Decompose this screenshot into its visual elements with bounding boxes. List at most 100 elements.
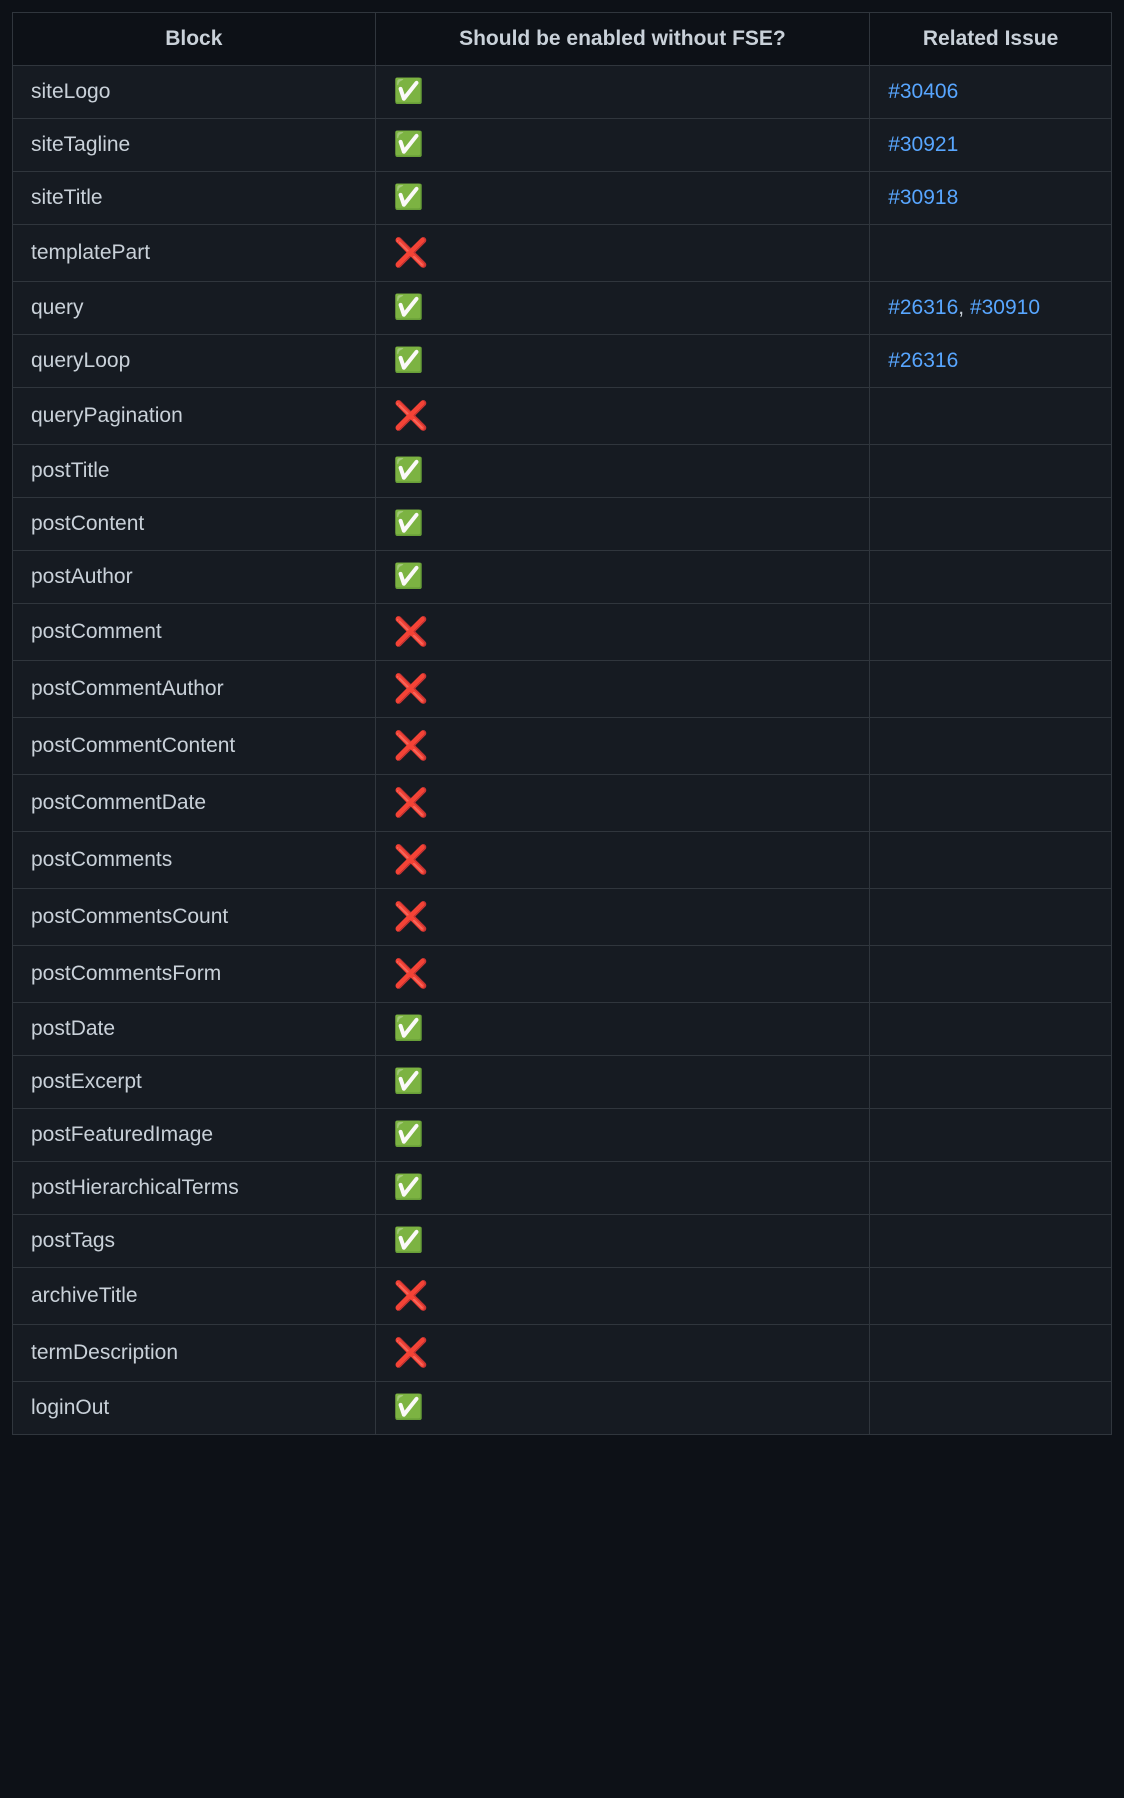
- table-row: termDescription❌: [13, 1325, 1112, 1382]
- related-issue-cell: [870, 946, 1112, 1003]
- separator: ,: [958, 296, 970, 319]
- table-row: postExcerpt✅: [13, 1056, 1112, 1109]
- related-issue-cell: #26316: [870, 335, 1112, 388]
- block-name-cell: postExcerpt: [13, 1056, 376, 1109]
- table-row: postCommentContent❌: [13, 718, 1112, 775]
- table-header-row: Block Should be enabled without FSE? Rel…: [13, 13, 1112, 66]
- cross-icon: ❌: [375, 604, 870, 661]
- related-issue-cell: [870, 1003, 1112, 1056]
- check-icon: ✅: [375, 66, 870, 119]
- header-issue: Related Issue: [870, 13, 1112, 66]
- table-row: loginOut✅: [13, 1382, 1112, 1435]
- block-name-cell: postFeaturedImage: [13, 1109, 376, 1162]
- check-icon: ✅: [375, 1215, 870, 1268]
- block-name-cell: postContent: [13, 498, 376, 551]
- related-issue-cell: [870, 551, 1112, 604]
- block-name-cell: query: [13, 282, 376, 335]
- check-icon: ✅: [375, 1382, 870, 1435]
- related-issue-cell: [870, 1056, 1112, 1109]
- check-icon: ✅: [375, 119, 870, 172]
- block-name-cell: postCommentContent: [13, 718, 376, 775]
- check-icon: ✅: [375, 1003, 870, 1056]
- related-issue-cell: [870, 718, 1112, 775]
- check-icon: ✅: [375, 172, 870, 225]
- related-issue-cell: [870, 1268, 1112, 1325]
- header-block: Block: [13, 13, 376, 66]
- cross-icon: ❌: [375, 661, 870, 718]
- table-row: postComment❌: [13, 604, 1112, 661]
- related-issue-cell: [870, 832, 1112, 889]
- table-row: postAuthor✅: [13, 551, 1112, 604]
- block-name-cell: termDescription: [13, 1325, 376, 1382]
- table-row: archiveTitle❌: [13, 1268, 1112, 1325]
- related-issue-cell: #30921: [870, 119, 1112, 172]
- cross-icon: ❌: [375, 832, 870, 889]
- related-issue-cell: [870, 661, 1112, 718]
- related-issue-cell: [870, 889, 1112, 946]
- related-issue-cell: [870, 1382, 1112, 1435]
- block-name-cell: siteTagline: [13, 119, 376, 172]
- cross-icon: ❌: [375, 946, 870, 1003]
- related-issue-cell: [870, 1162, 1112, 1215]
- related-issue-cell: #30406: [870, 66, 1112, 119]
- table-row: postHierarchicalTerms✅: [13, 1162, 1112, 1215]
- check-icon: ✅: [375, 1056, 870, 1109]
- block-name-cell: siteTitle: [13, 172, 376, 225]
- table-row: postTags✅: [13, 1215, 1112, 1268]
- block-name-cell: postCommentsCount: [13, 889, 376, 946]
- related-issue-cell: [870, 604, 1112, 661]
- table-row: postCommentAuthor❌: [13, 661, 1112, 718]
- related-issue-cell: [870, 225, 1112, 282]
- block-name-cell: postTags: [13, 1215, 376, 1268]
- related-issue-cell: [870, 445, 1112, 498]
- cross-icon: ❌: [375, 889, 870, 946]
- table-row: postContent✅: [13, 498, 1112, 551]
- table-row: postCommentsForm❌: [13, 946, 1112, 1003]
- block-name-cell: queryLoop: [13, 335, 376, 388]
- issue-link[interactable]: #30910: [970, 296, 1040, 319]
- block-name-cell: archiveTitle: [13, 1268, 376, 1325]
- issue-link[interactable]: #26316: [888, 349, 958, 372]
- check-icon: ✅: [375, 335, 870, 388]
- cross-icon: ❌: [375, 718, 870, 775]
- cross-icon: ❌: [375, 1325, 870, 1382]
- cross-icon: ❌: [375, 775, 870, 832]
- header-fse: Should be enabled without FSE?: [375, 13, 870, 66]
- table-row: postFeaturedImage✅: [13, 1109, 1112, 1162]
- blocks-table: Block Should be enabled without FSE? Rel…: [12, 12, 1112, 1435]
- table-row: postCommentsCount❌: [13, 889, 1112, 946]
- table-row: siteLogo✅ #30406: [13, 66, 1112, 119]
- related-issue-cell: [870, 1325, 1112, 1382]
- block-name-cell: postAuthor: [13, 551, 376, 604]
- issue-link[interactable]: #30406: [888, 80, 958, 103]
- table-row: templatePart❌: [13, 225, 1112, 282]
- block-name-cell: siteLogo: [13, 66, 376, 119]
- issue-link[interactable]: #30918: [888, 186, 958, 209]
- related-issue-cell: #30918: [870, 172, 1112, 225]
- table-row: postTitle✅: [13, 445, 1112, 498]
- cross-icon: ❌: [375, 1268, 870, 1325]
- related-issue-cell: [870, 388, 1112, 445]
- block-name-cell: templatePart: [13, 225, 376, 282]
- table-row: queryPagination❌: [13, 388, 1112, 445]
- check-icon: ✅: [375, 1162, 870, 1215]
- related-issue-cell: [870, 775, 1112, 832]
- issue-link[interactable]: #30921: [888, 133, 958, 156]
- issue-link[interactable]: #26316: [888, 296, 958, 319]
- check-icon: ✅: [375, 498, 870, 551]
- related-issue-cell: #26316, #30910: [870, 282, 1112, 335]
- block-name-cell: postDate: [13, 1003, 376, 1056]
- check-icon: ✅: [375, 445, 870, 498]
- table-row: siteTitle✅ #30918: [13, 172, 1112, 225]
- cross-icon: ❌: [375, 388, 870, 445]
- table-row: queryLoop✅ #26316: [13, 335, 1112, 388]
- block-name-cell: loginOut: [13, 1382, 376, 1435]
- table-row: postComments❌: [13, 832, 1112, 889]
- cross-icon: ❌: [375, 225, 870, 282]
- related-issue-cell: [870, 1215, 1112, 1268]
- table-row: siteTagline✅ #30921: [13, 119, 1112, 172]
- table-row: query✅#26316, #30910: [13, 282, 1112, 335]
- check-icon: ✅: [375, 282, 870, 335]
- block-name-cell: postHierarchicalTerms: [13, 1162, 376, 1215]
- block-name-cell: postCommentsForm: [13, 946, 376, 1003]
